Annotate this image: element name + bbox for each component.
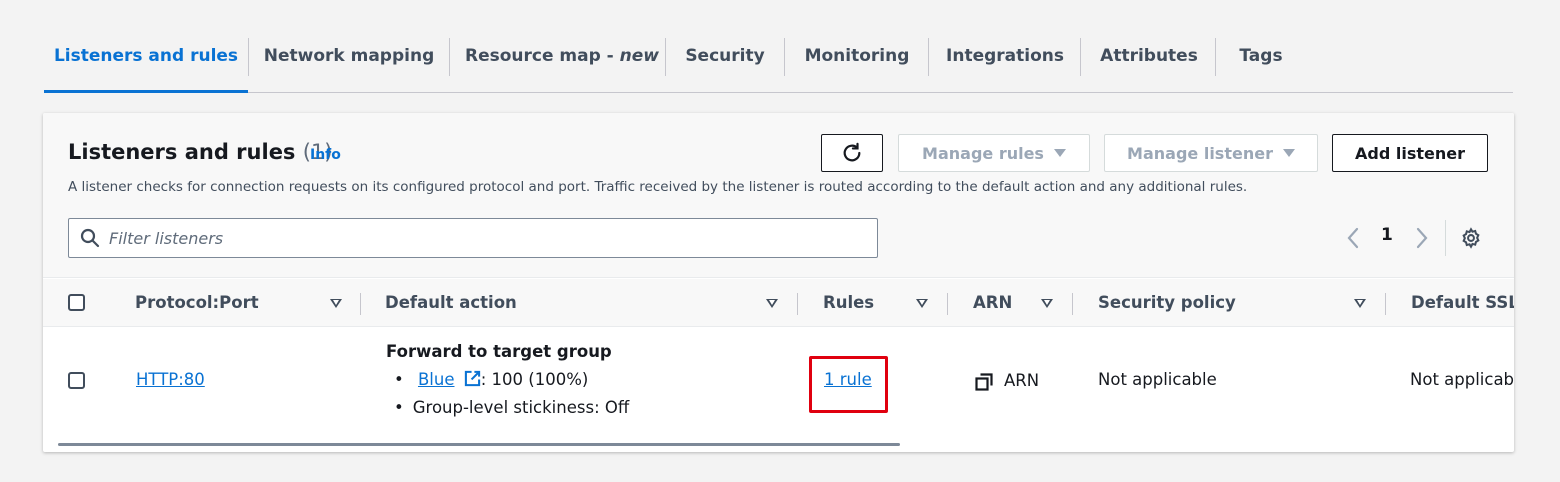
caret-down-icon	[1053, 149, 1066, 157]
manage-rules-label: Manage rules	[922, 143, 1044, 163]
sort-icon[interactable]	[766, 299, 778, 308]
filter-listeners-input[interactable]	[107, 219, 867, 257]
refresh-button[interactable]	[821, 134, 883, 172]
column-resizer[interactable]	[797, 293, 798, 315]
column-header-security-policy[interactable]: Security policy	[1098, 279, 1236, 327]
column-header-protocol-port[interactable]: Protocol:Port	[135, 279, 259, 327]
horizontal-scrollbar[interactable]	[58, 443, 900, 446]
tab-resource-map-label: Resource map -	[464, 46, 620, 66]
column-resizer[interactable]	[360, 293, 361, 315]
target-group-weight: : 100 (100%)	[480, 370, 589, 389]
sort-icon[interactable]	[916, 299, 928, 308]
arn-value: ARN	[1004, 371, 1040, 390]
sort-icon[interactable]	[1041, 299, 1053, 308]
caret-down-icon	[1282, 149, 1295, 157]
tab-resource-map[interactable]: Resource map - new	[458, 20, 666, 93]
external-link-icon[interactable]	[464, 370, 481, 387]
tab-separator	[1215, 38, 1216, 76]
column-header-rules[interactable]: Rules	[823, 279, 874, 327]
tab-network-mapping[interactable]: Network mapping	[256, 20, 442, 93]
tab-monitoring[interactable]: Monitoring	[792, 20, 922, 93]
tab-separator	[928, 38, 929, 76]
default-ssl-value: Not applicabl	[1410, 370, 1514, 389]
manage-listener-label: Manage listener	[1127, 143, 1273, 163]
tab-listeners-and-rules[interactable]: Listeners and rules	[44, 20, 248, 93]
panel-title: Listeners and rules (1)	[68, 140, 333, 164]
tab-resource-map-new: new	[619, 46, 660, 66]
select-all-checkbox[interactable]	[68, 294, 85, 311]
column-resizer[interactable]	[1385, 293, 1386, 315]
copy-icon[interactable]	[975, 373, 993, 391]
column-header-arn[interactable]: ARN	[973, 279, 1012, 327]
target-group-item: Blue : 100 (100%)	[394, 370, 588, 389]
default-action-title: Forward to target group	[386, 342, 612, 361]
refresh-icon	[843, 142, 861, 162]
listener-link-http-80[interactable]: HTTP:80	[136, 370, 205, 389]
chevron-right-icon[interactable]	[1415, 227, 1429, 249]
manage-rules-button[interactable]: Manage rules	[898, 134, 1090, 172]
tab-separator	[665, 38, 666, 76]
rules-highlight-box	[809, 356, 888, 413]
pagination-separator	[1445, 220, 1446, 256]
target-group-link-blue[interactable]: Blue	[418, 370, 455, 389]
manage-listener-button[interactable]: Manage listener	[1104, 134, 1318, 172]
tab-separator	[1080, 38, 1081, 76]
tab-security[interactable]: Security	[674, 20, 776, 93]
gear-icon[interactable]	[1460, 227, 1482, 249]
add-listener-button[interactable]: Add listener	[1332, 134, 1488, 172]
panel-title-text: Listeners and rules	[68, 140, 296, 164]
page-number[interactable]: 1	[1381, 225, 1393, 245]
panel-description: A listener checks for connection request…	[68, 179, 1248, 195]
panel-header: Listeners and rules (1) Info A listener …	[43, 113, 1514, 278]
stickiness-item: Group-level stickiness: Off	[394, 398, 630, 417]
column-header-default-ssl[interactable]: Default SSL/	[1411, 279, 1514, 327]
listeners-panel: Listeners and rules (1) Info A listener …	[43, 113, 1514, 452]
chevron-left-icon[interactable]	[1346, 227, 1360, 249]
search-icon	[80, 228, 100, 248]
tab-attributes[interactable]: Attributes	[1089, 20, 1209, 93]
column-resizer[interactable]	[947, 293, 948, 315]
table-row: HTTP:80 Forward to target group Blue : 1…	[43, 328, 1514, 433]
table-header: Protocol:Port Default action Rules ARN S…	[43, 279, 1514, 327]
security-policy-value: Not applicable	[1098, 370, 1217, 389]
tab-integrations[interactable]: Integrations	[937, 20, 1073, 93]
tab-separator	[449, 38, 450, 76]
column-resizer[interactable]	[1072, 293, 1073, 315]
info-link[interactable]: Info	[310, 147, 341, 163]
tab-tags[interactable]: Tags	[1224, 20, 1298, 93]
sort-icon[interactable]	[1354, 299, 1366, 308]
tab-separator	[248, 38, 249, 76]
sort-icon[interactable]	[330, 299, 342, 308]
row-checkbox[interactable]	[68, 372, 85, 389]
tab-separator	[784, 38, 785, 76]
filter-box	[68, 218, 878, 258]
tab-bar: Listeners and rules Network mapping Reso…	[44, 20, 1513, 93]
column-header-default-action[interactable]: Default action	[385, 279, 517, 327]
